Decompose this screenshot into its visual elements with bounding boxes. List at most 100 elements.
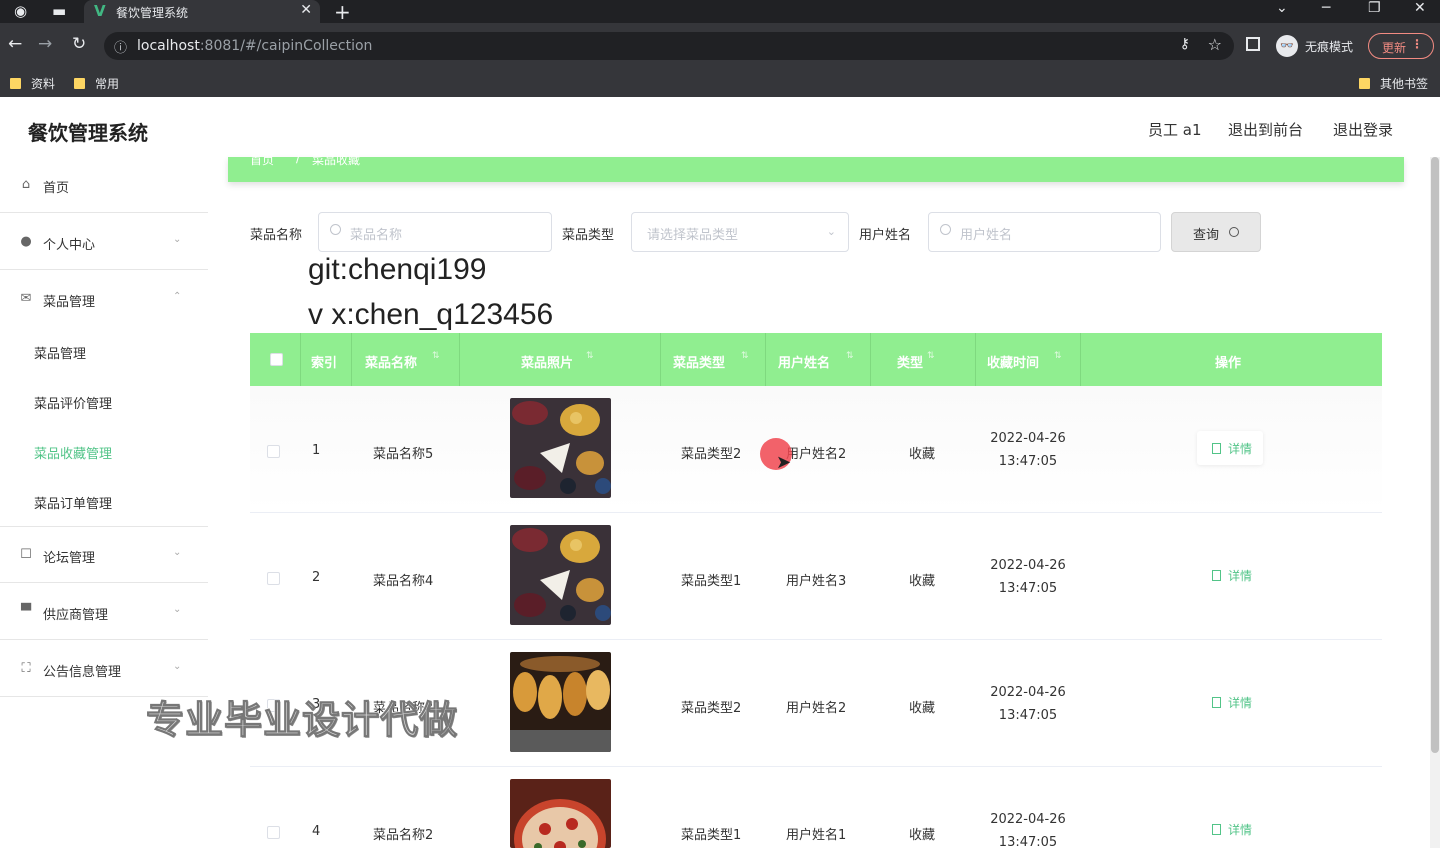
dish-type-select[interactable]: 请选择菜品类型 ⌄	[631, 212, 849, 252]
url-text: localhost:8081/#/caipinCollection	[137, 38, 373, 54]
header-collect-time[interactable]: 收藏时间 ⇅	[976, 333, 1081, 386]
row-user-name: 用户姓名2	[786, 701, 847, 716]
sort-icon[interactable]: ⇅	[1054, 351, 1062, 361]
dish-photo	[510, 398, 611, 498]
header-user-name[interactable]: 用户姓名 ⇅	[766, 333, 871, 386]
site-info-icon[interactable]: ⓘ	[114, 37, 127, 56]
submenu-item-dish-order[interactable]: 菜品订单管理	[34, 493, 112, 512]
detail-button[interactable]: 详情	[1197, 558, 1263, 592]
user-icon: ●	[20, 234, 32, 249]
skewers-photo-icon	[510, 652, 611, 752]
sidebar-item-personal-center[interactable]: ● 个人中心 ⌄	[0, 214, 208, 270]
user-name-input[interactable]: 用户姓名	[928, 212, 1161, 252]
document-icon	[1212, 570, 1221, 581]
header-select-all[interactable]	[250, 333, 301, 386]
incognito-icon[interactable]: 👓	[1276, 35, 1298, 57]
browser-menu-icon[interactable]: ◉	[14, 2, 27, 20]
scrollbar-thumb[interactable]	[1431, 157, 1439, 753]
sort-icon[interactable]: ⇅	[432, 351, 440, 361]
window-close-icon[interactable]: ✕	[1414, 0, 1426, 16]
tab-list-chevron-icon[interactable]: ⌄	[1276, 0, 1288, 16]
bookmark-folder-other[interactable]: 其他书签	[1359, 75, 1428, 92]
logout-link[interactable]: 退出登录	[1333, 119, 1393, 140]
bookmark-label: 其他书签	[1380, 77, 1429, 91]
side-panel-icon[interactable]	[1246, 37, 1260, 51]
row-checkbox[interactable]	[267, 445, 280, 458]
breadcrumb-home[interactable]: 首页	[250, 151, 274, 168]
platter-photo-icon	[510, 525, 611, 625]
sort-icon[interactable]: ⇅	[741, 351, 749, 361]
column-label: 菜品名称	[365, 356, 418, 371]
breadcrumb-separator: /	[296, 151, 301, 165]
header-dish-name[interactable]: 菜品名称 ⇅	[352, 333, 460, 386]
row-index: 2	[312, 570, 321, 585]
update-button[interactable]: 更新 ⋮	[1368, 33, 1434, 59]
search-icon	[940, 224, 951, 235]
sidebar-item-dish-management[interactable]: ✉ 菜品管理 ⌃	[0, 271, 208, 327]
detail-button[interactable]: 详情	[1197, 812, 1263, 846]
row-dish-type: 菜品类型2	[681, 447, 742, 462]
back-icon[interactable]: ←	[8, 34, 22, 54]
sidebar-item-label: 论坛管理	[43, 551, 96, 566]
sort-icon[interactable]: ⇅	[586, 351, 594, 361]
minimize-icon[interactable]: ─	[1322, 0, 1330, 16]
sidebar-item-home[interactable]: ⌂ 首页	[0, 157, 208, 213]
search-icon	[1229, 227, 1239, 237]
dish-photo	[510, 779, 611, 848]
close-tab-icon[interactable]: ✕	[300, 2, 312, 18]
browser-tab[interactable]: V 餐饮管理系统 ✕	[84, 0, 320, 23]
header-dish-type[interactable]: 菜品类型 ⇅	[661, 333, 766, 386]
submenu-item-dish-review[interactable]: 菜品评价管理	[34, 393, 112, 412]
table-row: 4 菜品名称2 菜品类型1 用户姓名1 收藏 2022-04-26 13:47:…	[250, 767, 1382, 848]
vue-logo-icon: V	[94, 2, 106, 20]
detail-button[interactable]: 详情	[1197, 431, 1263, 465]
placeholder: 菜品名称	[350, 228, 403, 243]
forward-icon[interactable]: →	[38, 34, 52, 54]
row-index: 4	[312, 824, 321, 839]
header-kind[interactable]: 类型 ⇅	[871, 333, 976, 386]
main-content: 首页 / 菜品收藏 菜品名称 菜品名称 菜品类型 请选择菜品类型 ⌄ 用户姓名 …	[145, 151, 1430, 848]
overlay-vx: v x:chen_q123456	[308, 298, 554, 331]
bookmark-star-icon[interactable]: ☆	[1208, 35, 1222, 54]
row-collect-time: 2022-04-26 13:47:05	[973, 808, 1083, 848]
new-tab-icon[interactable]: +	[334, 0, 351, 24]
submenu-item-dish[interactable]: 菜品管理	[34, 343, 86, 362]
password-key-icon[interactable]: ⚷	[1180, 36, 1190, 52]
column-label: 收藏时间	[987, 356, 1040, 371]
sort-icon[interactable]: ⇅	[927, 351, 935, 361]
row-dish-type: 菜品类型2	[681, 701, 742, 716]
address-bar[interactable]: ⓘ localhost:8081/#/caipinCollection ⚷ ☆	[104, 32, 1234, 60]
bookmark-folder-changyong[interactable]: 常用	[74, 75, 119, 92]
query-button[interactable]: 查询	[1171, 212, 1261, 252]
restore-icon[interactable]: ❐	[1368, 0, 1381, 16]
chevron-up-icon: ⌃	[173, 291, 182, 302]
bookmark-label: 常用	[95, 77, 120, 91]
reload-icon[interactable]: ↻	[72, 34, 86, 54]
checkbox[interactable]	[270, 353, 283, 366]
sidebar-item-supplier[interactable]: ▀ 供应商管理 ⌄	[0, 584, 208, 640]
home-icon: ⌂	[21, 177, 31, 192]
tab-search-icon[interactable]: ▬	[52, 2, 66, 20]
document-icon	[1212, 697, 1221, 708]
mouse-cursor-icon: ➤	[776, 452, 792, 473]
header-dish-photo[interactable]: 菜品照片 ⇅	[460, 333, 661, 386]
sidebar-item-forum[interactable]: ☐ 论坛管理 ⌄	[0, 527, 208, 583]
podium-icon: ▀	[21, 604, 31, 619]
row-collect-time: 2022-04-26 13:47:05	[973, 681, 1083, 727]
submenu-item-dish-collection[interactable]: 菜品收藏管理	[34, 443, 112, 462]
bookmark-folder-ziliao[interactable]: 资料	[10, 75, 55, 92]
app-brand: 餐饮管理系统	[28, 121, 148, 145]
detail-button[interactable]: 详情	[1197, 685, 1263, 719]
page-scrollbar[interactable]	[1430, 157, 1440, 848]
detail-label: 详情	[1228, 442, 1253, 456]
sort-icon[interactable]: ⇅	[846, 351, 854, 361]
dish-name-input[interactable]: 菜品名称	[318, 212, 552, 252]
table-row: 2 菜品名称4 菜品类型1 用户姓名3 收藏 2022-04-26 13:47:…	[250, 513, 1382, 640]
update-label: 更新	[1382, 41, 1407, 55]
row-checkbox[interactable]	[267, 572, 280, 585]
row-checkbox[interactable]	[267, 826, 280, 839]
row-kind: 收藏	[909, 828, 936, 843]
exit-to-front-link[interactable]: 退出到前台	[1228, 119, 1303, 140]
row-kind: 收藏	[909, 447, 936, 462]
row-dish-type: 菜品类型1	[681, 828, 742, 843]
